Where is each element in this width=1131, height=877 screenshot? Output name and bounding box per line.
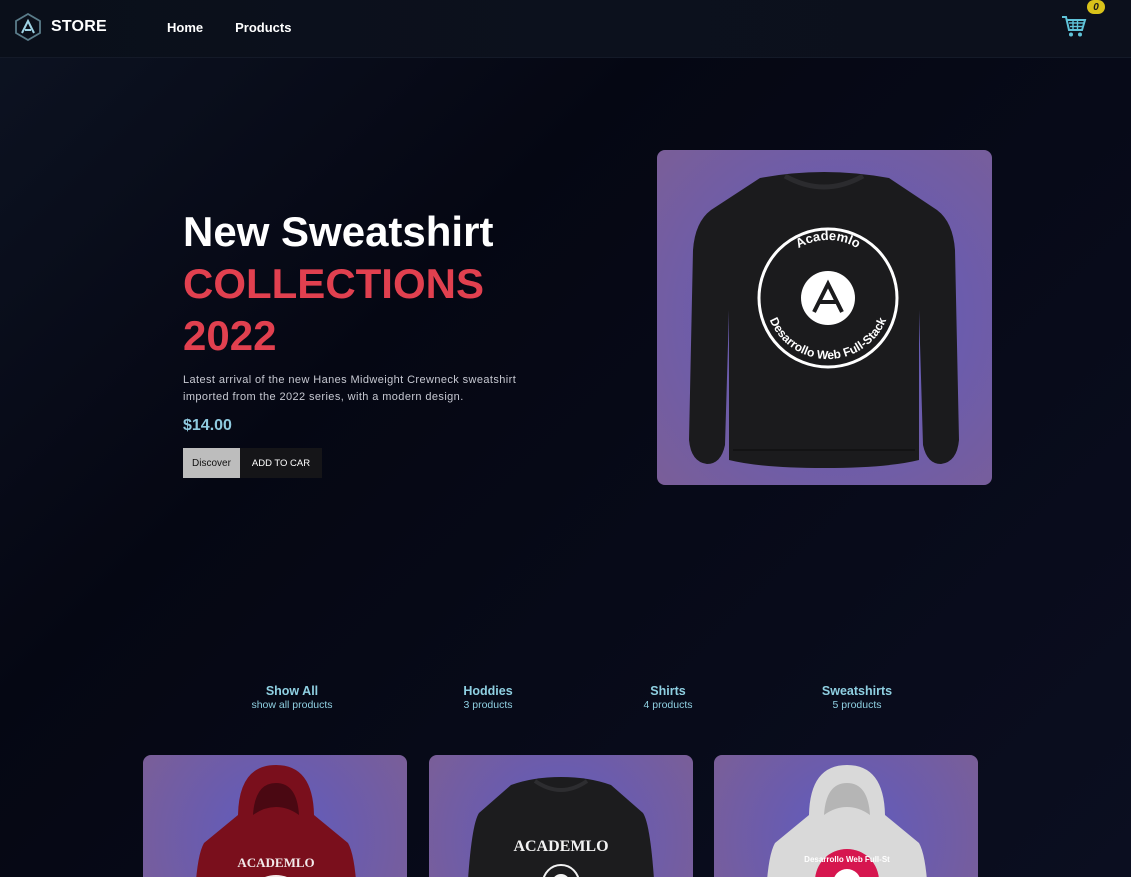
filter-name: Show All xyxy=(265,684,319,698)
hoodie-image: ACADEMLO xyxy=(196,765,356,877)
sweatshirt-image: ACADEMLO xyxy=(468,777,654,877)
hero-description: Latest arrival of the new Hanes Midweigh… xyxy=(183,374,517,403)
hero-title-line1: New Sweatshirt xyxy=(183,208,494,255)
category-filters: Show All show all products Hoddies 3 pro… xyxy=(0,684,1131,714)
add-to-cart-button[interactable]: ADD TO CAR xyxy=(240,448,322,478)
discover-button[interactable]: Discover xyxy=(183,448,240,478)
filter-count: 5 products xyxy=(832,699,882,711)
hero-price: $14.00 xyxy=(183,417,232,434)
filter-count: 4 products xyxy=(643,699,693,711)
hero-product-image[interactable]: Academlo Desarrollo Web Full-Stack xyxy=(657,150,992,485)
filter-count: show all products xyxy=(251,699,333,711)
top-navbar: STORE Home Products 0 xyxy=(0,0,1131,58)
product-card[interactable]: Desarrollo Web Full-St xyxy=(714,755,978,877)
shopping-cart-icon[interactable] xyxy=(1061,14,1087,38)
filter-name: Hoddies xyxy=(463,684,513,698)
hoodie-image: Desarrollo Web Full-St xyxy=(767,765,927,877)
hero-title-line3: 2022 xyxy=(183,312,277,359)
filter-name: Sweatshirts xyxy=(821,684,893,698)
product-print-text: ACADEMLO xyxy=(237,855,314,870)
main-nav: Home Products xyxy=(167,20,291,35)
product-card[interactable]: ACADEMLO xyxy=(429,755,693,877)
nav-home-link[interactable]: Home xyxy=(167,20,203,35)
cart-count-badge: 0 xyxy=(1087,0,1105,14)
brand-name[interactable]: STORE xyxy=(51,18,107,36)
filter-shirts[interactable]: Shirts 4 products xyxy=(643,684,692,711)
product-print-text: Desarrollo Web Full-St xyxy=(804,855,890,864)
filter-count: 3 products xyxy=(463,699,513,711)
hero-title-line2: COLLECTIONS xyxy=(183,260,484,307)
sweatshirt-image: Academlo Desarrollo Web Full-Stack xyxy=(689,172,959,468)
hero-title: New Sweatshirt COLLECTIONS 2022 xyxy=(183,206,493,362)
filter-hoodies[interactable]: Hoddies 3 products xyxy=(463,684,512,711)
nav-products-link[interactable]: Products xyxy=(235,20,291,35)
filter-name: Shirts xyxy=(650,684,686,698)
product-card[interactable]: ACADEMLO xyxy=(143,755,407,877)
product-print-text: ACADEMLO xyxy=(513,838,608,855)
store-logo-icon[interactable] xyxy=(15,13,41,41)
filter-show-all[interactable]: Show All show all products xyxy=(251,684,332,711)
filter-sweatshirts[interactable]: Sweatshirts 5 products xyxy=(822,684,892,711)
